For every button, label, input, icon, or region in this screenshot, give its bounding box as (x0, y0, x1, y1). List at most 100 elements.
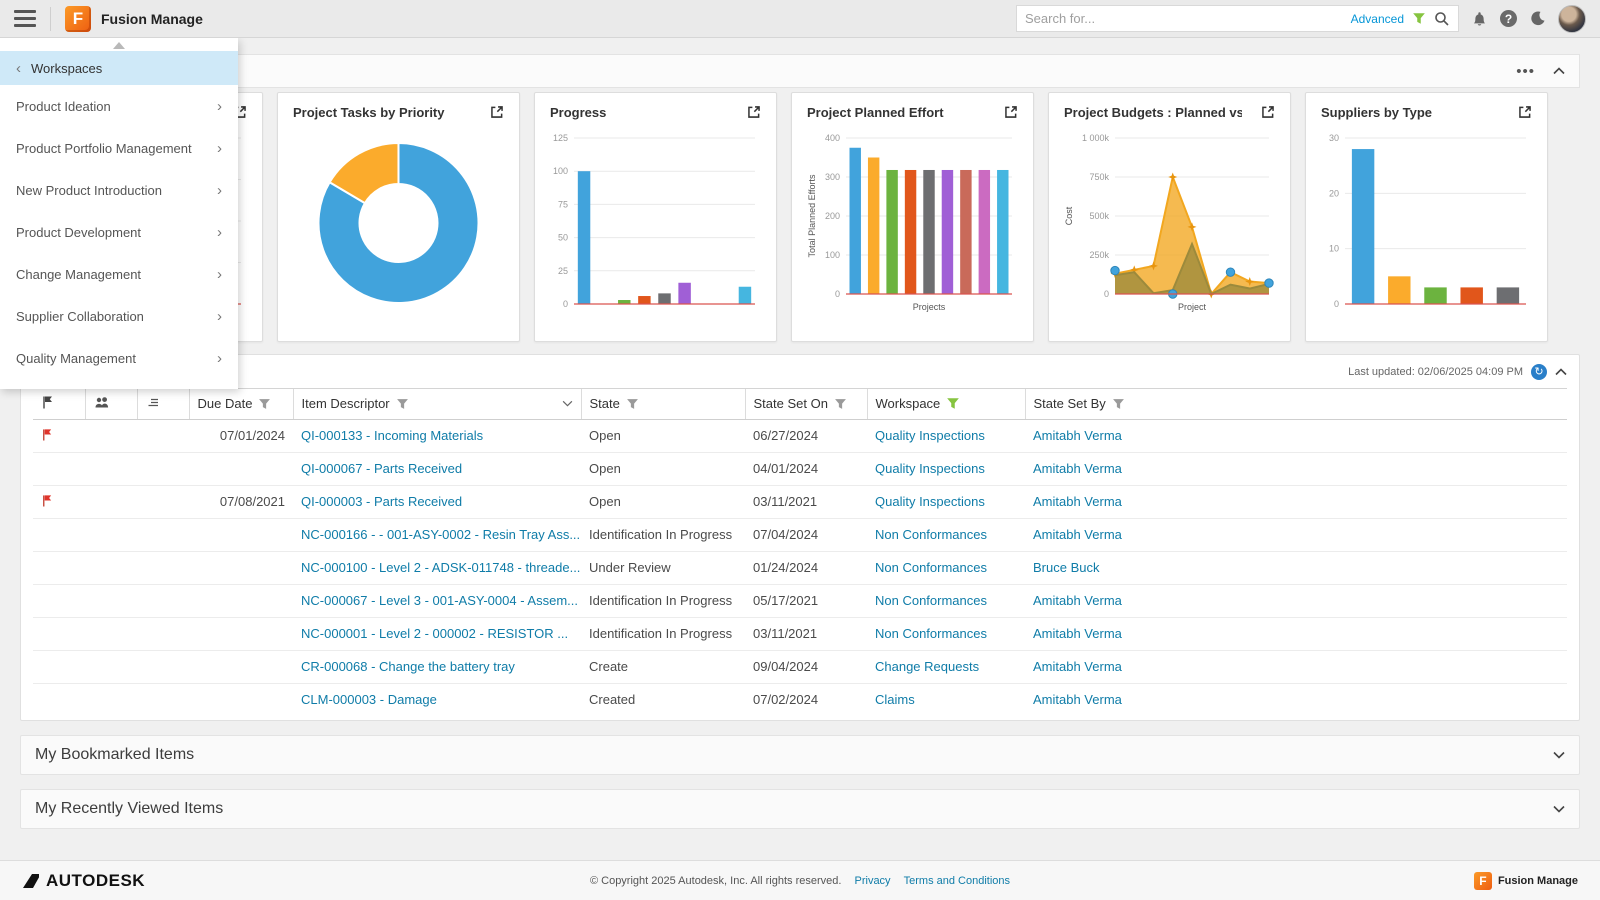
workspace-link[interactable]: Quality Inspections (875, 428, 985, 443)
search-icon[interactable] (1434, 11, 1450, 27)
state-set-on-filter-icon[interactable] (834, 398, 847, 410)
table-cell: Under Review (581, 551, 745, 584)
state-set-by-link[interactable]: Amitabh Verma (1033, 461, 1122, 476)
chart-area: 0250k500k750k1 000kCostProject (1064, 128, 1275, 314)
card-title: Progress (550, 105, 606, 120)
chart-bar: 0255075100125 (550, 128, 761, 314)
table-row: NC-000001 - Level 2 - 000002 - RESISTOR … (33, 617, 1567, 650)
table-cell (137, 683, 189, 716)
state-set-by-link[interactable]: Amitabh Verma (1033, 659, 1122, 674)
table-cell: Amitabh Verma (1025, 650, 1567, 683)
table-cell: 06/27/2024 (745, 419, 867, 452)
assigned-group-column-header[interactable] (85, 389, 137, 419)
item-descriptor-link[interactable]: CLM-000003 - Damage (301, 692, 437, 707)
item-descriptor-link[interactable]: NC-000100 - Level 2 - ADSK-011748 - thre… (301, 560, 580, 575)
refresh-icon[interactable]: ↻ (1531, 364, 1547, 380)
workspace-link[interactable]: Claims (875, 692, 915, 707)
svg-text:50: 50 (558, 233, 568, 243)
state-set-by-link[interactable]: Amitabh Verma (1033, 428, 1122, 443)
sidebar-item[interactable]: New Product Introduction› (0, 169, 238, 211)
help-icon[interactable]: ? (1500, 10, 1517, 27)
collapse-charts-icon[interactable] (1553, 67, 1565, 75)
state-set-by-link[interactable]: Amitabh Verma (1033, 626, 1122, 641)
item-descriptor-link[interactable]: CR-000068 - Change the battery tray (301, 659, 515, 674)
external-link-icon[interactable] (490, 105, 504, 119)
red-flag-icon[interactable] (41, 428, 53, 441)
state-set-by-link[interactable]: Bruce Buck (1033, 560, 1099, 575)
workspace-link[interactable]: Non Conformances (875, 626, 987, 641)
state-flow-column-header[interactable] (137, 389, 189, 419)
item-descriptor-link[interactable]: QI-000003 - Parts Received (301, 494, 462, 509)
table-cell: Identification In Progress (581, 617, 745, 650)
item-descriptor-link[interactable]: NC-000001 - Level 2 - 000002 - RESISTOR … (301, 626, 568, 641)
terms-link[interactable]: Terms and Conditions (904, 875, 1010, 887)
item-descriptor-dropdown-icon[interactable] (562, 400, 573, 407)
table-cell: Create (581, 650, 745, 683)
menu-back-workspaces[interactable]: ‹ Workspaces (0, 51, 238, 85)
sidebar-item[interactable]: Product Portfolio Management› (0, 127, 238, 169)
svg-text:750k: 750k (1089, 172, 1109, 182)
my-bookmarked-items-section[interactable]: My Bookmarked Items (20, 735, 1580, 775)
item-descriptor-filter-icon[interactable] (396, 398, 409, 410)
item-descriptor-link[interactable]: NC-000067 - Level 3 - 001-ASY-0004 - Ass… (301, 593, 578, 608)
table-cell: Non Conformances (867, 617, 1025, 650)
table-row: CR-000068 - Change the battery tray Creat… (33, 650, 1567, 683)
chart-bar: 0100200300400Total Planned EffortsProjec… (807, 128, 1018, 314)
table-cell: Open (581, 419, 745, 452)
state-set-by-link[interactable]: Amitabh Verma (1033, 527, 1122, 542)
workspace-link[interactable]: Non Conformances (875, 560, 987, 575)
table-cell (189, 650, 293, 683)
state-set-by-link[interactable]: Amitabh Verma (1033, 692, 1122, 707)
expand-bookmarked-icon[interactable] (1553, 751, 1565, 759)
due-date-filter-icon[interactable] (258, 398, 271, 410)
workspaces-menu: ‹ Workspaces Product Ideation›Product Po… (0, 38, 238, 389)
state-set-by-filter-icon[interactable] (1112, 398, 1125, 410)
sidebar-item[interactable]: Change Management› (0, 253, 238, 295)
table-cell: Open (581, 452, 745, 485)
table-cell: CLM-000003 - Damage (293, 683, 581, 716)
expand-recent-icon[interactable] (1553, 805, 1565, 813)
table-cell: Quality Inspections (867, 419, 1025, 452)
more-options-icon[interactable]: ••• (1516, 63, 1535, 80)
svg-text:25: 25 (558, 266, 568, 276)
item-descriptor-column-header: Item Descriptor (293, 389, 581, 419)
table-cell (85, 551, 137, 584)
item-descriptor-link[interactable]: QI-000133 - Incoming Materials (301, 428, 483, 443)
workspace-link[interactable]: Quality Inspections (875, 461, 985, 476)
filter-icon[interactable] (1412, 12, 1426, 25)
advanced-search-link[interactable]: Advanced (1351, 12, 1404, 26)
workspace-link[interactable]: Quality Inspections (875, 494, 985, 509)
workspace-filter-icon-active[interactable] (946, 397, 960, 410)
item-descriptor-link[interactable]: NC-000166 - - 001-ASY-0002 - Resin Tray … (301, 527, 580, 542)
workspace-link[interactable]: Change Requests (875, 659, 979, 674)
search-box[interactable]: Advanced (1016, 5, 1459, 32)
sidebar-item[interactable]: Product Ideation› (0, 85, 238, 127)
table-cell: Amitabh Verma (1025, 452, 1567, 485)
external-link-icon[interactable] (1261, 105, 1275, 119)
flag-column-header[interactable] (33, 389, 85, 419)
collapse-outstanding-icon[interactable] (1555, 368, 1567, 376)
my-recently-viewed-items-section[interactable]: My Recently Viewed Items (20, 789, 1580, 829)
privacy-link[interactable]: Privacy (855, 875, 891, 887)
sidebar-item[interactable]: Product Development› (0, 211, 238, 253)
table-cell (85, 452, 137, 485)
state-filter-icon[interactable] (626, 398, 639, 410)
state-set-by-link[interactable]: Amitabh Verma (1033, 494, 1122, 509)
item-descriptor-link[interactable]: QI-000067 - Parts Received (301, 461, 462, 476)
sidebar-item[interactable]: Quality Management› (0, 337, 238, 379)
svg-text:200: 200 (825, 211, 840, 221)
hamburger-menu-icon[interactable] (14, 10, 36, 27)
external-link-icon[interactable] (1004, 105, 1018, 119)
red-flag-icon[interactable] (41, 494, 53, 507)
moon-icon[interactable] (1529, 10, 1546, 27)
notifications-bell-icon[interactable] (1471, 10, 1488, 27)
menu-scroll-up-icon[interactable] (113, 42, 125, 49)
workspace-link[interactable]: Non Conformances (875, 527, 987, 542)
user-avatar[interactable] (1558, 5, 1586, 33)
external-link-icon[interactable] (1518, 105, 1532, 119)
external-link-icon[interactable] (747, 105, 761, 119)
state-set-by-link[interactable]: Amitabh Verma (1033, 593, 1122, 608)
workspace-link[interactable]: Non Conformances (875, 593, 987, 608)
sidebar-item[interactable]: Supplier Collaboration› (0, 295, 238, 337)
search-input[interactable] (1025, 11, 1343, 26)
